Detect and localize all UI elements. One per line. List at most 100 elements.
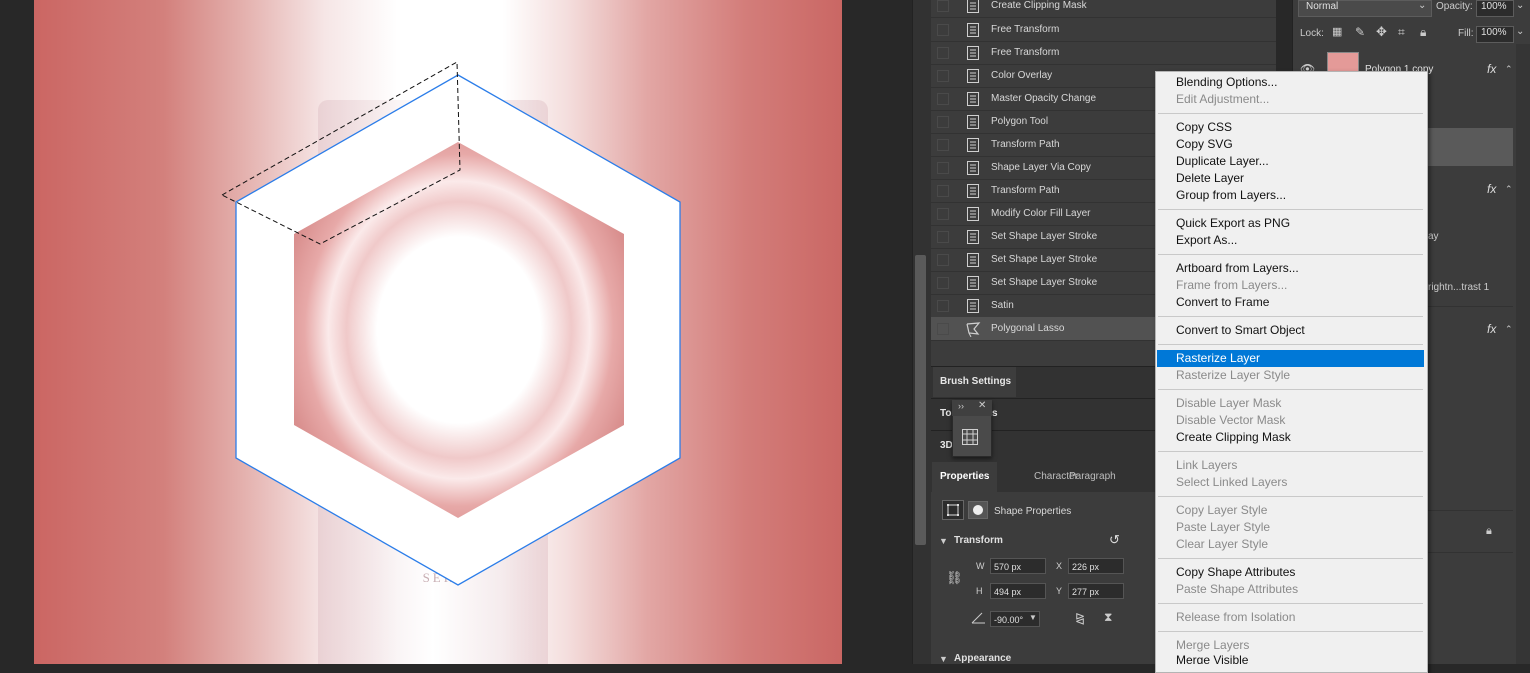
lock-transparent-icon[interactable]: ▦: [1332, 25, 1342, 38]
layer-name[interactable]: rightn...trast 1: [1428, 282, 1489, 293]
menu-item-duplicate-layer[interactable]: Duplicate Layer...: [1157, 153, 1424, 170]
menu-item-copy-layer-style[interactable]: Copy Layer Style: [1157, 502, 1424, 519]
menu-item-delete-layer[interactable]: Delete Layer: [1157, 170, 1424, 187]
history-item-label: Transform Path: [991, 139, 1060, 150]
snapshot-checkbox[interactable]: [937, 0, 949, 12]
snapshot-checkbox[interactable]: [937, 115, 949, 128]
canvas-scrollbar-thumb[interactable]: [915, 255, 926, 545]
menu-item-paste-layer-style[interactable]: Paste Layer Style: [1157, 519, 1424, 536]
menu-item-convert-to-frame[interactable]: Convert to Frame: [1157, 294, 1424, 311]
lock-all-icon[interactable]: 🔒︎: [1420, 25, 1426, 40]
reset-transform-icon[interactable]: ↺: [1109, 532, 1120, 548]
history-step-icon: [967, 22, 979, 37]
menu-item-artboard-from-layers[interactable]: Artboard from Layers...: [1157, 260, 1424, 277]
width-label: W: [976, 561, 985, 571]
history-item[interactable]: Free Transform: [931, 41, 1276, 65]
opacity-label: Opacity:: [1436, 1, 1473, 12]
measurement-grid-icon[interactable]: [961, 428, 979, 446]
menu-item-select-linked-layers[interactable]: Select Linked Layers: [1157, 474, 1424, 491]
history-item[interactable]: Create Clipping Mask: [931, 0, 1276, 18]
menu-item-copy-shape-attributes[interactable]: Copy Shape Attributes: [1157, 564, 1424, 581]
snapshot-checkbox[interactable]: [937, 23, 949, 36]
history-item-label: Master Opacity Change: [991, 93, 1097, 104]
menu-item-merge-visible[interactable]: Merge Visible: [1157, 652, 1424, 664]
chevron-up-icon[interactable]: ⌃: [1505, 184, 1513, 195]
menu-item-edit-adjustment[interactable]: Edit Adjustment...: [1157, 91, 1424, 108]
menu-item-paste-shape-attributes[interactable]: Paste Shape Attributes: [1157, 581, 1424, 598]
chevron-down-icon[interactable]: ⌄: [1516, 26, 1524, 37]
artboard[interactable]: VI SER: [34, 0, 842, 664]
snapshot-checkbox[interactable]: [937, 46, 949, 59]
close-icon[interactable]: ✕: [978, 400, 986, 411]
snapshot-checkbox[interactable]: [937, 92, 949, 105]
tab-paragraph[interactable]: Paragraph: [1061, 462, 1124, 492]
height-field[interactable]: 494 px: [990, 583, 1046, 599]
snapshot-checkbox[interactable]: [937, 253, 949, 266]
tab-brush-settings-label: Brush Settings: [940, 376, 1012, 387]
layers-scrollbar[interactable]: [1516, 44, 1530, 664]
chevron-up-icon[interactable]: ⌃: [1505, 324, 1513, 335]
height-label: H: [976, 586, 983, 596]
hexagon-shape-layer[interactable]: [34, 0, 842, 664]
layer-effects-icon[interactable]: fx: [1487, 62, 1496, 76]
chevron-up-icon[interactable]: ⌃: [1505, 64, 1513, 75]
snapshot-checkbox[interactable]: [937, 230, 949, 243]
menu-item-copy-svg[interactable]: Copy SVG: [1157, 136, 1424, 153]
history-item-label: Color Overlay: [991, 70, 1053, 81]
chevron-down-icon: ⌄: [1418, 0, 1427, 11]
layer-effects-icon[interactable]: fx: [1487, 182, 1496, 196]
snapshot-checkbox[interactable]: [937, 299, 949, 312]
menu-separator: [1158, 254, 1423, 255]
snapshot-checkbox[interactable]: [937, 276, 949, 289]
snapshot-checkbox[interactable]: [937, 184, 949, 197]
menu-item-release-from-isolation[interactable]: Release from Isolation: [1157, 609, 1424, 626]
history-item-label: Polygon Tool: [991, 116, 1049, 127]
menu-item-convert-to-smart-object[interactable]: Convert to Smart Object: [1157, 322, 1424, 339]
history-step-icon: [967, 91, 979, 106]
snapshot-checkbox[interactable]: [937, 69, 949, 82]
history-item-label: Set Shape Layer Stroke: [991, 231, 1098, 242]
menu-item-clear-layer-style[interactable]: Clear Layer Style: [1157, 536, 1424, 553]
menu-item-rasterize-layer[interactable]: Rasterize Layer: [1157, 350, 1424, 367]
flip-vertical-icon[interactable]: ⧗: [1104, 610, 1112, 625]
layer-effect-name[interactable]: ay: [1428, 231, 1439, 242]
link-proportions-icon[interactable]: ⛓: [946, 570, 963, 586]
menu-item-rasterize-layer-style[interactable]: Rasterize Layer Style: [1157, 367, 1424, 384]
expand-panel-icon[interactable]: ››: [958, 401, 964, 411]
collapse-triangle-icon[interactable]: ▼: [939, 654, 948, 664]
menu-item-export-as[interactable]: Export As...: [1157, 232, 1424, 249]
menu-item-disable-layer-mask[interactable]: Disable Layer Mask: [1157, 395, 1424, 412]
width-field[interactable]: 570 px: [990, 558, 1046, 574]
menu-item-copy-css[interactable]: Copy CSS: [1157, 119, 1424, 136]
menu-item-create-clipping-mask[interactable]: Create Clipping Mask: [1157, 429, 1424, 446]
lock-image-icon[interactable]: ✎: [1355, 25, 1365, 39]
menu-item-frame-from-layers[interactable]: Frame from Layers...: [1157, 277, 1424, 294]
tab-properties[interactable]: Properties: [932, 462, 998, 492]
y-field[interactable]: 277 px: [1068, 583, 1124, 599]
tab-3d-label[interactable]: 3D: [940, 440, 953, 451]
properties-subtitle: Shape Properties: [994, 506, 1072, 517]
history-item[interactable]: Free Transform: [931, 18, 1276, 42]
snapshot-checkbox[interactable]: [937, 207, 949, 220]
mask-icon[interactable]: [968, 501, 988, 519]
snapshot-checkbox[interactable]: [937, 322, 949, 335]
collapse-triangle-icon[interactable]: ▼: [939, 536, 948, 546]
menu-item-group-from-layers[interactable]: Group from Layers...: [1157, 187, 1424, 204]
menu-item-disable-vector-mask[interactable]: Disable Vector Mask: [1157, 412, 1424, 429]
shape-properties-icon[interactable]: [942, 500, 964, 520]
chevron-down-icon[interactable]: ▼: [1029, 613, 1037, 622]
menu-item-blending-options[interactable]: Blending Options...: [1157, 74, 1424, 91]
layer-effects-icon[interactable]: fx: [1487, 322, 1496, 336]
x-field[interactable]: 226 px: [1068, 558, 1124, 574]
flip-horizontal-icon[interactable]: ⧎: [1075, 611, 1085, 625]
lock-artboard-icon[interactable]: ⌗: [1398, 25, 1405, 40]
chevron-down-icon[interactable]: ⌄: [1516, 0, 1524, 11]
history-item-label: Polygonal Lasso: [991, 323, 1065, 334]
lock-position-icon[interactable]: ✥: [1376, 24, 1387, 40]
menu-item-quick-export-png[interactable]: Quick Export as PNG: [1157, 215, 1424, 232]
snapshot-checkbox[interactable]: [937, 138, 949, 151]
snapshot-checkbox[interactable]: [937, 161, 949, 174]
menu-item-link-layers[interactable]: Link Layers: [1157, 457, 1424, 474]
tab-tool-presets-label[interactable]: To: [940, 408, 951, 419]
menu-separator: [1158, 558, 1423, 559]
